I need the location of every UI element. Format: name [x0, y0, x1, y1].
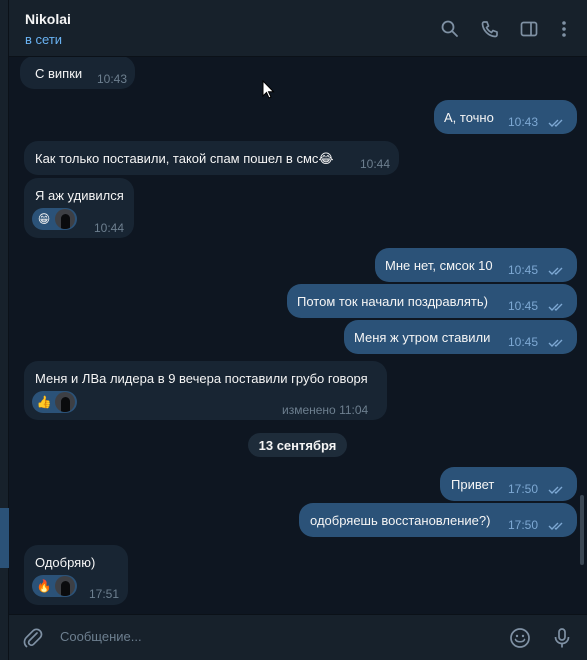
message-outgoing[interactable]: Мне нет, смсок 10 10:45	[375, 248, 577, 282]
reaction-badge[interactable]: 😁	[32, 208, 77, 230]
read-checkmarks-icon	[548, 339, 563, 347]
read-checkmarks-icon	[548, 267, 563, 275]
message-text: одобряешь восстановление?)	[310, 513, 491, 528]
message-time: 10:45	[508, 335, 539, 349]
message-time: 10:44	[94, 221, 125, 235]
phone-icon[interactable]	[479, 18, 501, 40]
message-text: Как только поставили, такой спам пошел в…	[35, 150, 334, 167]
message-text: Я аж удивился	[35, 188, 124, 203]
smile-icon[interactable]	[509, 627, 531, 649]
avatar	[55, 576, 75, 596]
read-checkmarks-icon	[548, 522, 563, 530]
date-separator: 13 сентября	[248, 433, 347, 457]
avatar	[55, 209, 75, 229]
message-time: 10:43	[97, 72, 128, 86]
message-incoming[interactable]: С випки 10:43	[20, 57, 135, 89]
message-incoming[interactable]: Одобряю) 🔥 17:51	[24, 545, 128, 605]
message-time: 10:44	[360, 157, 391, 171]
message-composer: Сообщение...	[9, 614, 587, 660]
reaction-emoji: 😁	[37, 212, 51, 226]
message-outgoing[interactable]: А, точно 10:43	[434, 100, 577, 134]
contact-status: в сети	[25, 32, 63, 47]
message-text: Меня ж утром ставили	[354, 330, 491, 345]
message-text: Одобряю)	[35, 555, 96, 570]
chat-list-edge	[0, 0, 9, 660]
message-time: 17:51	[89, 587, 120, 601]
message-text: Меня и ЛВа лидера в 9 вечера поставили г…	[35, 371, 368, 386]
contact-name[interactable]: Nikolai	[25, 11, 71, 27]
reaction-badge[interactable]: 🔥	[32, 575, 77, 597]
search-icon[interactable]	[439, 18, 461, 40]
message-list[interactable]: С випки 10:43 А, точно 10:43 Как только …	[9, 57, 587, 614]
message-input[interactable]: Сообщение...	[60, 629, 142, 644]
message-text-content: Как только поставили, такой спам пошел в…	[35, 151, 319, 166]
message-incoming[interactable]: Меня и ЛВа лидера в 9 вечера поставили г…	[24, 361, 387, 420]
message-outgoing[interactable]: Привет 17:50	[440, 467, 577, 501]
microphone-icon[interactable]	[551, 627, 573, 649]
message-time: 17:50	[508, 482, 539, 496]
reaction-emoji: 👍	[36, 395, 52, 409]
message-text: Привет	[451, 477, 495, 492]
message-time: 10:45	[508, 299, 539, 313]
laughing-emoji: 😂	[318, 151, 334, 166]
message-text: Потом ток начали поздравлять)	[297, 294, 488, 309]
avatar	[55, 392, 75, 412]
message-time-edited: изменено 11:04	[282, 403, 369, 417]
read-checkmarks-icon	[548, 119, 563, 127]
sidebar-toggle-icon[interactable]	[518, 18, 540, 40]
message-incoming[interactable]: Я аж удивился 😁 10:44	[24, 178, 134, 238]
chat-header: Nikolai в сети	[9, 0, 587, 57]
message-outgoing[interactable]: одобряешь восстановление?) 17:50	[299, 503, 577, 537]
read-checkmarks-icon	[548, 486, 563, 494]
message-text: А, точно	[444, 110, 494, 125]
reaction-emoji: 🔥	[36, 579, 52, 593]
paperclip-icon[interactable]	[22, 627, 44, 649]
message-text: Мне нет, смсок 10	[385, 258, 493, 273]
read-checkmarks-icon	[548, 303, 563, 311]
message-incoming[interactable]: Как только поставили, такой спам пошел в…	[24, 141, 399, 175]
more-vert-icon[interactable]	[553, 18, 575, 40]
scrollbar[interactable]	[580, 495, 584, 565]
selected-chat-indicator	[0, 508, 9, 568]
reaction-badge[interactable]: 👍	[32, 391, 77, 413]
message-time: 17:50	[508, 518, 539, 532]
message-outgoing[interactable]: Потом ток начали поздравлять) 10:45	[287, 284, 577, 318]
message-time: 10:45	[508, 263, 539, 277]
message-text: С випки	[35, 66, 83, 81]
message-outgoing[interactable]: Меня ж утром ставили 10:45	[344, 320, 577, 354]
mouse-cursor-icon	[262, 80, 275, 99]
message-time: 10:43	[508, 115, 539, 129]
